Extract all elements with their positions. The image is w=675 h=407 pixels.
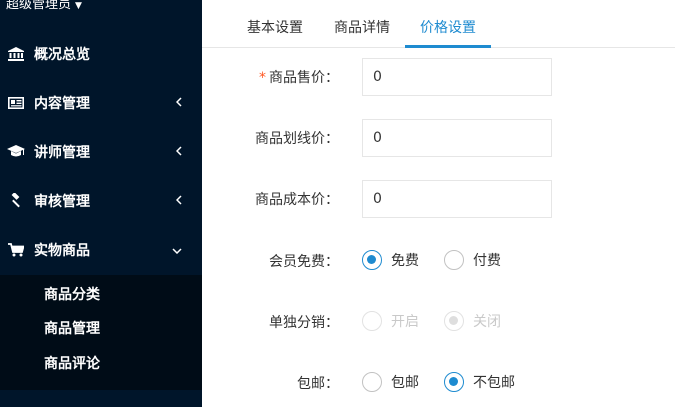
radio-label: 免费: [391, 253, 419, 269]
required-mark: *: [259, 70, 266, 86]
chevron-left-icon: [175, 193, 182, 209]
member-free-radio-paid[interactable]: 付费: [444, 250, 501, 270]
shipping-radio-free[interactable]: 包邮: [362, 372, 419, 392]
caret-down-icon: ▼: [75, 1, 82, 11]
user-menu[interactable]: 超级管理员 ▼: [6, 0, 82, 12]
graduation-cap-icon: [7, 145, 25, 158]
sidebar-item-label: 内容管理: [34, 95, 90, 112]
radio-label: 付费: [473, 253, 501, 269]
newspaper-icon: [7, 96, 25, 109]
radio-circle: [444, 311, 464, 331]
sidebar-subitem-goods-management[interactable]: 商品管理: [44, 318, 100, 338]
chevron-down-icon: [172, 242, 182, 258]
radio-circle: [362, 372, 382, 392]
chevron-left-icon: [175, 95, 182, 111]
sidebar-item-content[interactable]: 内容管理: [0, 78, 202, 127]
sidebar: 超级管理员 ▼ 概况总览 内容管理 讲师管理 审核管理 实物商品 商品分类 商品…: [0, 0, 202, 407]
distribution-radio-off: 关闭: [444, 311, 501, 331]
sidebar-item-physical-goods[interactable]: 实物商品: [0, 225, 202, 274]
radio-label: 关闭: [473, 314, 501, 330]
sidebar-subitem-category[interactable]: 商品分类: [44, 284, 100, 304]
tab-goods-details[interactable]: 商品详情: [334, 0, 390, 48]
sidebar-subitem-comments[interactable]: 商品评论: [44, 353, 100, 373]
tab-bar: 基本设置 商品详情 价格设置: [202, 0, 675, 48]
price-label: * 商品售价：: [259, 70, 339, 86]
tab-basic-settings[interactable]: 基本设置: [247, 0, 303, 48]
radio-circle: [362, 250, 382, 270]
shipping-label: 包邮：: [297, 376, 339, 392]
radio-circle: [444, 250, 464, 270]
member-free-label: 会员免费：: [269, 254, 339, 270]
sidebar-item-review[interactable]: 审核管理: [0, 176, 202, 225]
distribution-radio-on: 开启: [362, 311, 419, 331]
sidebar-item-overview[interactable]: 概况总览: [0, 29, 202, 78]
shopping-cart-icon: [7, 242, 25, 257]
sidebar-item-label: 概况总览: [34, 46, 90, 63]
radio-circle: [444, 372, 464, 392]
cost-price-input[interactable]: [362, 180, 552, 218]
strike-price-label: 商品划线价：: [255, 131, 339, 147]
radio-circle: [362, 311, 382, 331]
submenu-physical-goods: 商品分类 商品管理 商品评论: [0, 275, 202, 390]
cost-price-label: 商品成本价：: [255, 192, 339, 208]
price-input[interactable]: [362, 58, 552, 96]
sidebar-item-label: 讲师管理: [34, 144, 90, 161]
sidebar-item-teachers[interactable]: 讲师管理: [0, 127, 202, 176]
active-tab-indicator: [405, 45, 491, 48]
radio-label: 不包邮: [473, 375, 515, 391]
bank-icon: [7, 46, 25, 61]
radio-label: 开启: [391, 314, 419, 330]
distribution-label: 单独分销：: [269, 315, 339, 331]
shipping-radio-not-free[interactable]: 不包邮: [444, 372, 515, 392]
user-name: 超级管理员: [6, 0, 72, 12]
gavel-icon: [7, 193, 25, 208]
sidebar-item-label: 审核管理: [34, 193, 90, 210]
chevron-left-icon: [175, 144, 182, 160]
strike-price-input[interactable]: [362, 119, 552, 157]
radio-label: 包邮: [391, 375, 419, 391]
main-content: 基本设置 商品详情 价格设置 *商品售价： 商品划线价： 商品成本价： 会员免费…: [202, 0, 675, 407]
tab-price-settings[interactable]: 价格设置: [420, 0, 476, 48]
sidebar-item-label: 实物商品: [34, 242, 90, 259]
member-free-radio-free[interactable]: 免费: [362, 250, 419, 270]
